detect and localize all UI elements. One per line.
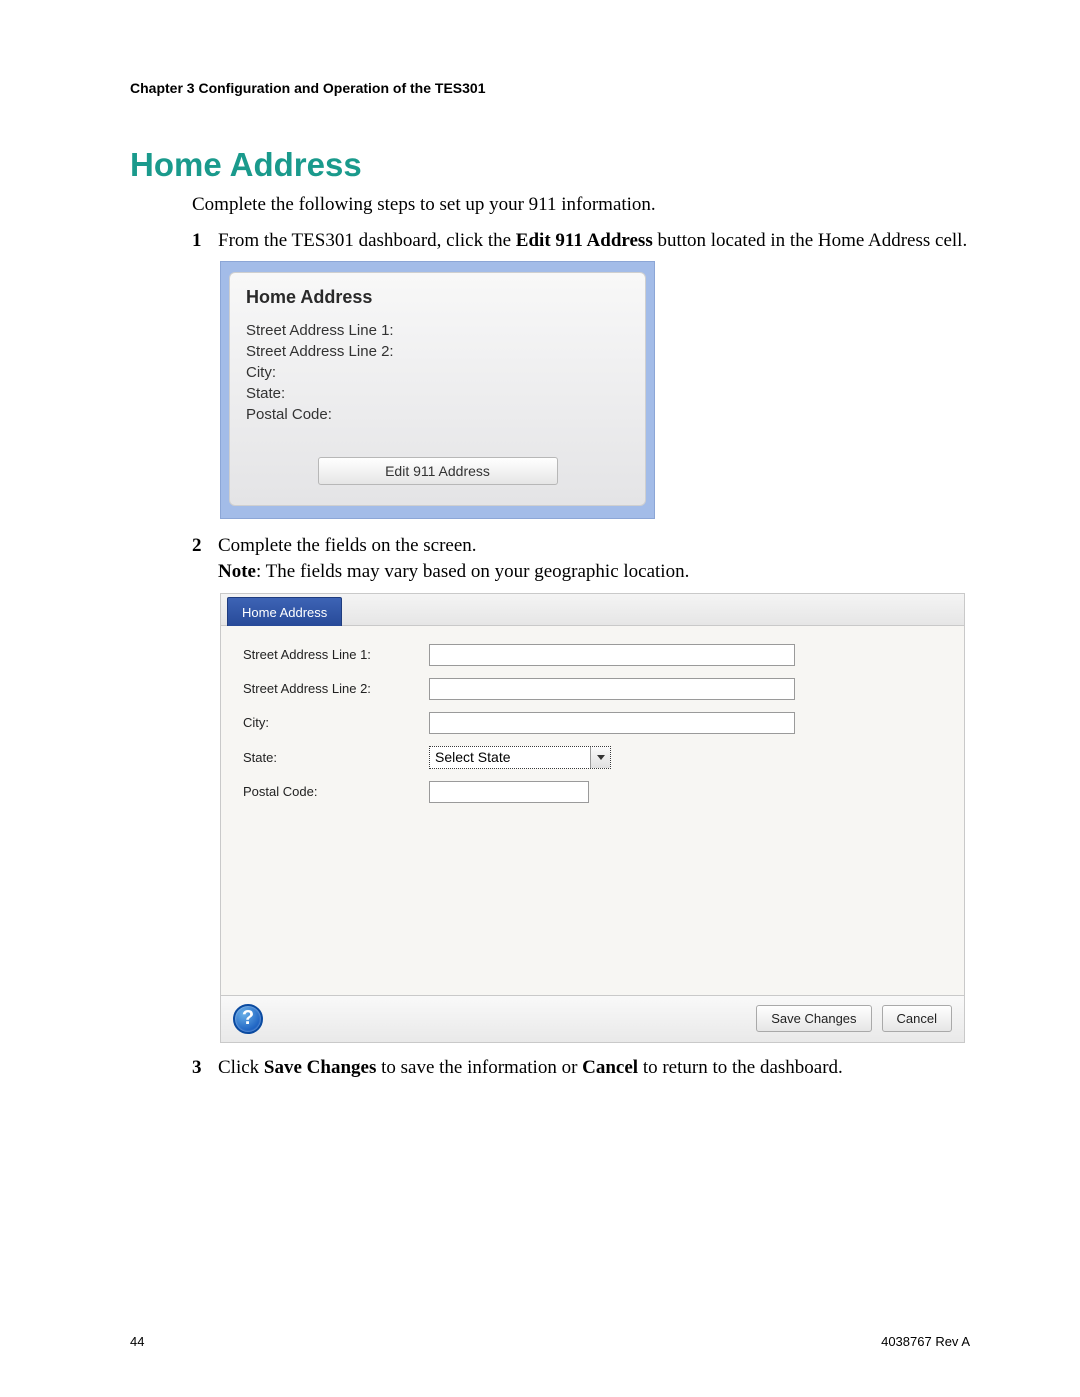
footer-buttons: Save Changes Cancel	[756, 1005, 952, 1032]
doc-revision: 4038767 Rev A	[881, 1334, 970, 1349]
form-tabbar: Home Address	[221, 594, 964, 626]
step3-mid: to save the information or	[376, 1057, 582, 1078]
step-3: 3 Click Save Changes to save the informa…	[192, 1055, 970, 1081]
street1-input[interactable]	[429, 644, 795, 666]
card-street1-label: Street Address Line 1:	[246, 322, 629, 339]
step-2: 2 Complete the fields on the screen. Not…	[192, 533, 970, 584]
section-intro: Complete the following steps to set up y…	[192, 192, 970, 218]
step-1: 1 From the TES301 dashboard, click the E…	[192, 228, 970, 254]
label-postal: Postal Code:	[243, 784, 429, 799]
note-text: : The fields may vary based on your geog…	[256, 561, 689, 582]
cancel-button[interactable]: Cancel	[882, 1005, 952, 1032]
state-selected-value: Select State	[435, 749, 511, 765]
card-inner: Home Address Street Address Line 1: Stre…	[229, 272, 646, 506]
help-icon[interactable]: ?	[233, 1004, 263, 1034]
section-title: Home Address	[130, 146, 970, 184]
label-state: State:	[243, 750, 429, 765]
step1-pre: From the TES301 dashboard, click the	[218, 230, 516, 251]
step-body: Click Save Changes to save the informati…	[218, 1055, 970, 1081]
row-street2: Street Address Line 2:	[243, 678, 946, 700]
step-body: Complete the fields on the screen. Note:…	[218, 533, 970, 584]
step3-pre: Click	[218, 1057, 264, 1078]
step1-post: button located in the Home Address cell.	[653, 230, 967, 251]
row-city: City:	[243, 712, 946, 734]
step-number: 1	[192, 228, 218, 254]
label-city: City:	[243, 715, 429, 730]
page-number: 44	[130, 1334, 144, 1349]
form-footer: ? Save Changes Cancel	[221, 995, 964, 1042]
postal-input[interactable]	[429, 781, 589, 803]
step2-line1: Complete the fields on the screen.	[218, 535, 477, 556]
state-select[interactable]: Select State	[429, 746, 611, 769]
card-city-label: City:	[246, 364, 629, 381]
label-street2: Street Address Line 2:	[243, 681, 429, 696]
chapter-header: Chapter 3 Configuration and Operation of…	[130, 80, 970, 96]
card-title: Home Address	[246, 287, 629, 308]
card-state-label: State:	[246, 385, 629, 402]
edit-911-address-button[interactable]: Edit 911 Address	[318, 457, 558, 485]
step-number: 3	[192, 1055, 218, 1081]
row-postal: Postal Code:	[243, 781, 946, 803]
form-body: Street Address Line 1: Street Address Li…	[221, 626, 964, 995]
row-street1: Street Address Line 1:	[243, 644, 946, 666]
step3-bold2: Cancel	[582, 1057, 638, 1078]
page-footer: 44 4038767 Rev A	[130, 1334, 970, 1349]
home-address-card-screenshot: Home Address Street Address Line 1: Stre…	[220, 261, 655, 519]
tab-home-address[interactable]: Home Address	[227, 597, 342, 626]
note-label: Note	[218, 561, 256, 582]
row-state: State: Select State	[243, 746, 946, 769]
street2-input[interactable]	[429, 678, 795, 700]
label-street1: Street Address Line 1:	[243, 647, 429, 662]
step-number: 2	[192, 533, 218, 584]
step-body: From the TES301 dashboard, click the Edi…	[218, 228, 970, 254]
card-street2-label: Street Address Line 2:	[246, 343, 629, 360]
home-address-form-screenshot: Home Address Street Address Line 1: Stre…	[220, 593, 965, 1043]
card-postal-label: Postal Code:	[246, 406, 629, 423]
chevron-down-icon	[590, 747, 610, 768]
step3-post: to return to the dashboard.	[638, 1057, 843, 1078]
step3-bold1: Save Changes	[264, 1057, 376, 1078]
save-changes-button[interactable]: Save Changes	[756, 1005, 871, 1032]
city-input[interactable]	[429, 712, 795, 734]
step1-bold: Edit 911 Address	[516, 230, 653, 251]
